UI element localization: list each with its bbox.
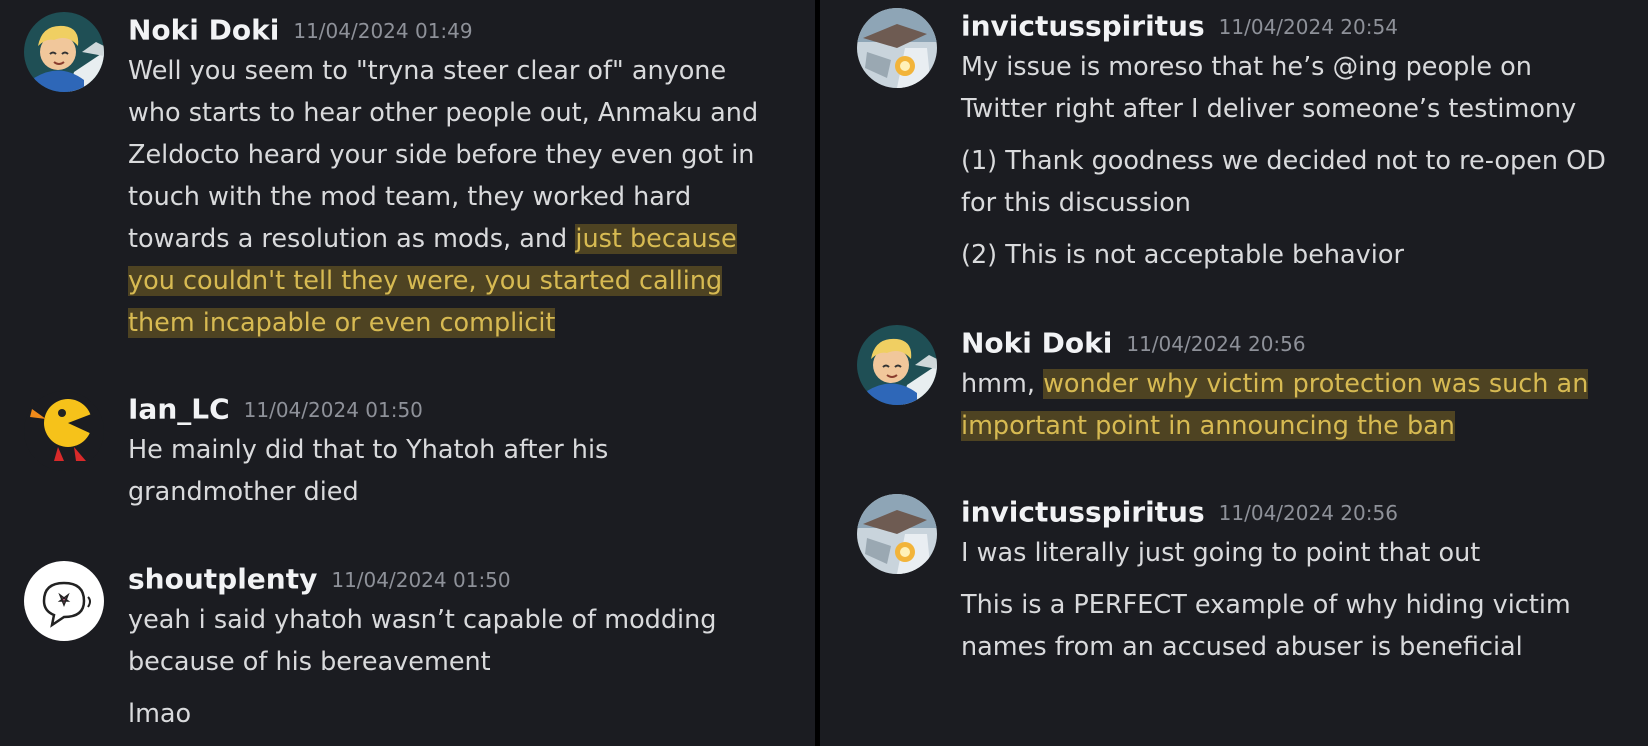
message-line: My issue is moreso that he’s @ing people… xyxy=(961,52,1532,82)
highlighted-text: wonder why victim protection was such an xyxy=(1043,369,1589,399)
message-line-mixed: hmm, wonder why victim protection was su… xyxy=(961,363,1648,405)
message-content: yeah i said yhatoh wasn’t capable of mod… xyxy=(128,599,815,683)
highlighted-text: them incapable or even complicit xyxy=(128,308,556,338)
chat-pane-right: invictusspiritus 11/04/2024 20:54 My issu… xyxy=(820,0,1648,746)
message-line: who starts to hear other people out, Anm… xyxy=(128,98,759,128)
message-line: yeah i said yhatoh wasn’t capable of mod… xyxy=(128,605,717,635)
message-content: Well you seem to "tryna steer clear of" … xyxy=(128,50,815,344)
message-line: because of his bereavement xyxy=(128,647,491,677)
message-line: Well you seem to "tryna steer clear of" … xyxy=(128,56,727,86)
message-content: I was literally just going to point that… xyxy=(961,538,1481,568)
message-line: grandmother died xyxy=(128,477,359,507)
message-line: you couldn't tell they were, you started… xyxy=(128,260,815,302)
message-line: them incapable or even complicit xyxy=(128,302,815,344)
author-name[interactable]: shoutplenty xyxy=(128,563,317,596)
highlighted-text: important point in announcing the ban xyxy=(961,411,1455,441)
author-name[interactable]: Noki Doki xyxy=(128,14,279,47)
timestamp: 11/04/2024 01:50 xyxy=(243,397,423,422)
screenshot: Noki Doki 11/04/2024 01:49 Well you seem … xyxy=(0,0,1648,746)
message-line: important point in announcing the ban xyxy=(961,405,1648,447)
message-line: (1) Thank goodness we decided not to re-… xyxy=(961,146,1606,176)
message-content: hmm, wonder why victim protection was su… xyxy=(961,363,1648,447)
author-name[interactable]: invictusspiritus xyxy=(961,10,1205,43)
message-content: (1) Thank goodness we decided not to re-… xyxy=(961,140,1648,224)
message-content: My issue is moreso that he’s @ing people… xyxy=(961,46,1648,130)
blonde-character-avatar[interactable] xyxy=(24,12,104,92)
message-content: This is a PERFECT example of why hiding … xyxy=(961,584,1648,668)
timestamp: 11/04/2024 20:56 xyxy=(1126,331,1306,356)
highlighted-text: just because xyxy=(575,224,737,254)
author-name[interactable]: Noki Doki xyxy=(961,327,1112,360)
message-line: He mainly did that to Yhatoh after his xyxy=(128,435,609,465)
message-text: hmm, xyxy=(961,369,1044,399)
highlighted-text: you couldn't tell they were, you started… xyxy=(128,266,723,296)
message-line: for this discussion xyxy=(961,188,1191,218)
timestamp: 11/04/2024 20:54 xyxy=(1218,14,1398,39)
author-name[interactable]: Ian_LC xyxy=(128,393,230,426)
blonde-character-avatar[interactable] xyxy=(857,325,937,405)
message-line: This is a PERFECT example of why hiding … xyxy=(961,590,1571,620)
message-text: towards a resolution as mods, and xyxy=(128,224,576,254)
ship-illustration-avatar[interactable] xyxy=(857,8,937,88)
ship-illustration-avatar[interactable] xyxy=(857,494,937,574)
message-line: names from an accused abuser is benefici… xyxy=(961,632,1523,662)
message-line: Zeldocto heard your side before they eve… xyxy=(128,140,755,170)
pacman-character-avatar[interactable] xyxy=(24,391,104,471)
timestamp: 11/04/2024 01:49 xyxy=(293,18,473,43)
message-content: (2) This is not acceptable behavior xyxy=(961,240,1404,270)
message-line: touch with the mod team, they worked har… xyxy=(128,182,692,212)
message-followup: lmao xyxy=(128,699,192,729)
author-name[interactable]: invictusspiritus xyxy=(961,496,1205,529)
message-content: He mainly did that to Yhatoh after his g… xyxy=(128,429,815,513)
message-line: Twitter right after I deliver someone’s … xyxy=(961,94,1577,124)
timestamp: 11/04/2024 20:56 xyxy=(1218,500,1398,525)
timestamp: 11/04/2024 01:50 xyxy=(331,567,511,592)
chat-pane-left: Noki Doki 11/04/2024 01:49 Well you seem … xyxy=(0,0,815,746)
speech-bubble-avatar[interactable] xyxy=(24,561,104,641)
message-line-mixed: towards a resolution as mods, and just b… xyxy=(128,218,815,260)
